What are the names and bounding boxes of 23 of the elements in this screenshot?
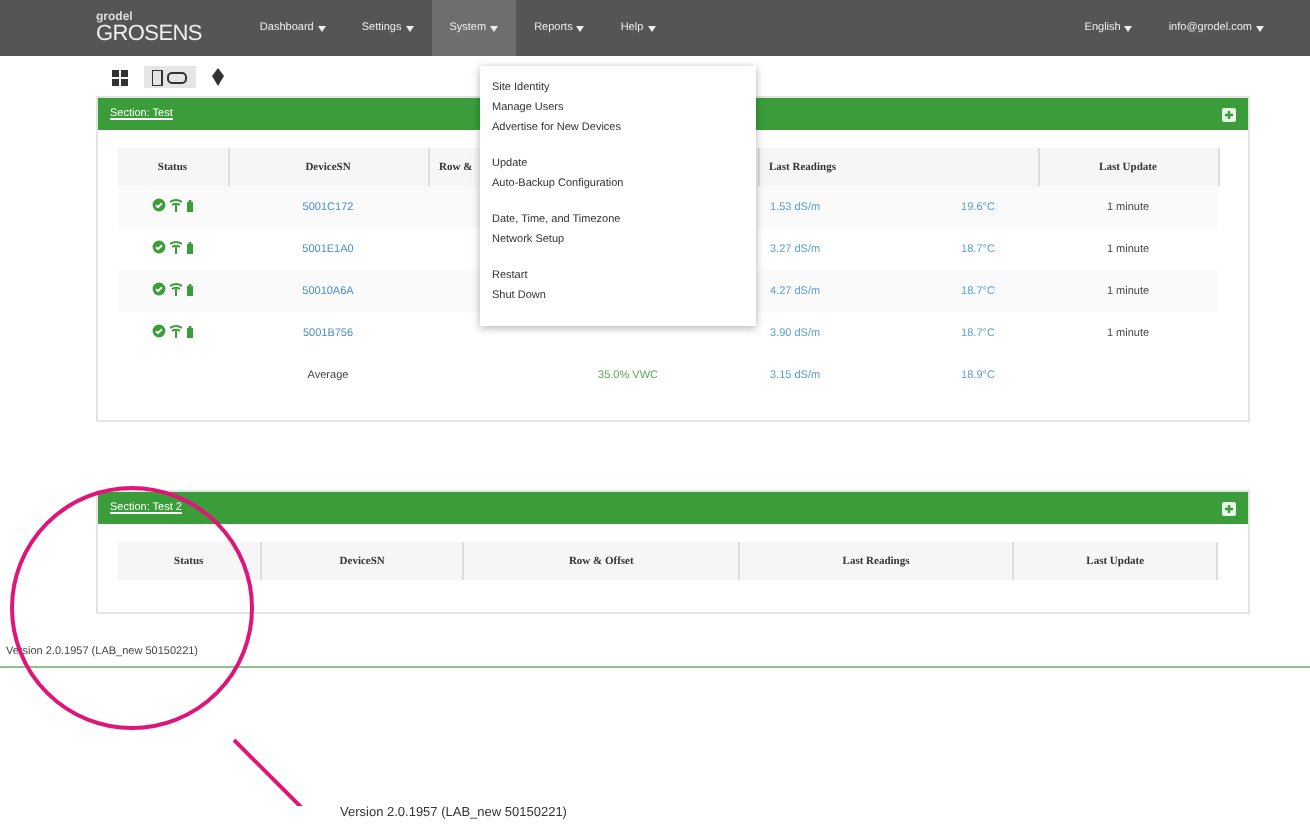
caret-icon xyxy=(576,25,585,31)
logo-wordmark: GROSENS xyxy=(96,23,202,45)
check-circle-icon xyxy=(152,282,166,296)
check-circle-icon xyxy=(152,198,166,212)
caret-icon xyxy=(1256,25,1264,31)
caret-icon xyxy=(490,25,499,31)
check-circle-icon xyxy=(152,324,166,338)
battery-icon xyxy=(186,242,194,254)
caret-icon xyxy=(1124,25,1133,31)
check-circle-icon xyxy=(152,240,166,254)
wifi-icon xyxy=(170,324,182,338)
battery-icon xyxy=(186,326,194,338)
battery-icon xyxy=(186,200,194,212)
wifi-icon xyxy=(170,240,182,254)
wifi-icon xyxy=(170,198,182,212)
list-view-button[interactable] xyxy=(144,66,196,88)
caret-icon xyxy=(317,25,326,31)
caret-icon xyxy=(405,25,414,31)
battery-icon xyxy=(186,284,194,296)
caret-icon xyxy=(647,25,656,31)
add-icon[interactable] xyxy=(1222,107,1236,121)
add-icon[interactable] xyxy=(1222,501,1236,515)
wifi-icon xyxy=(170,282,182,296)
